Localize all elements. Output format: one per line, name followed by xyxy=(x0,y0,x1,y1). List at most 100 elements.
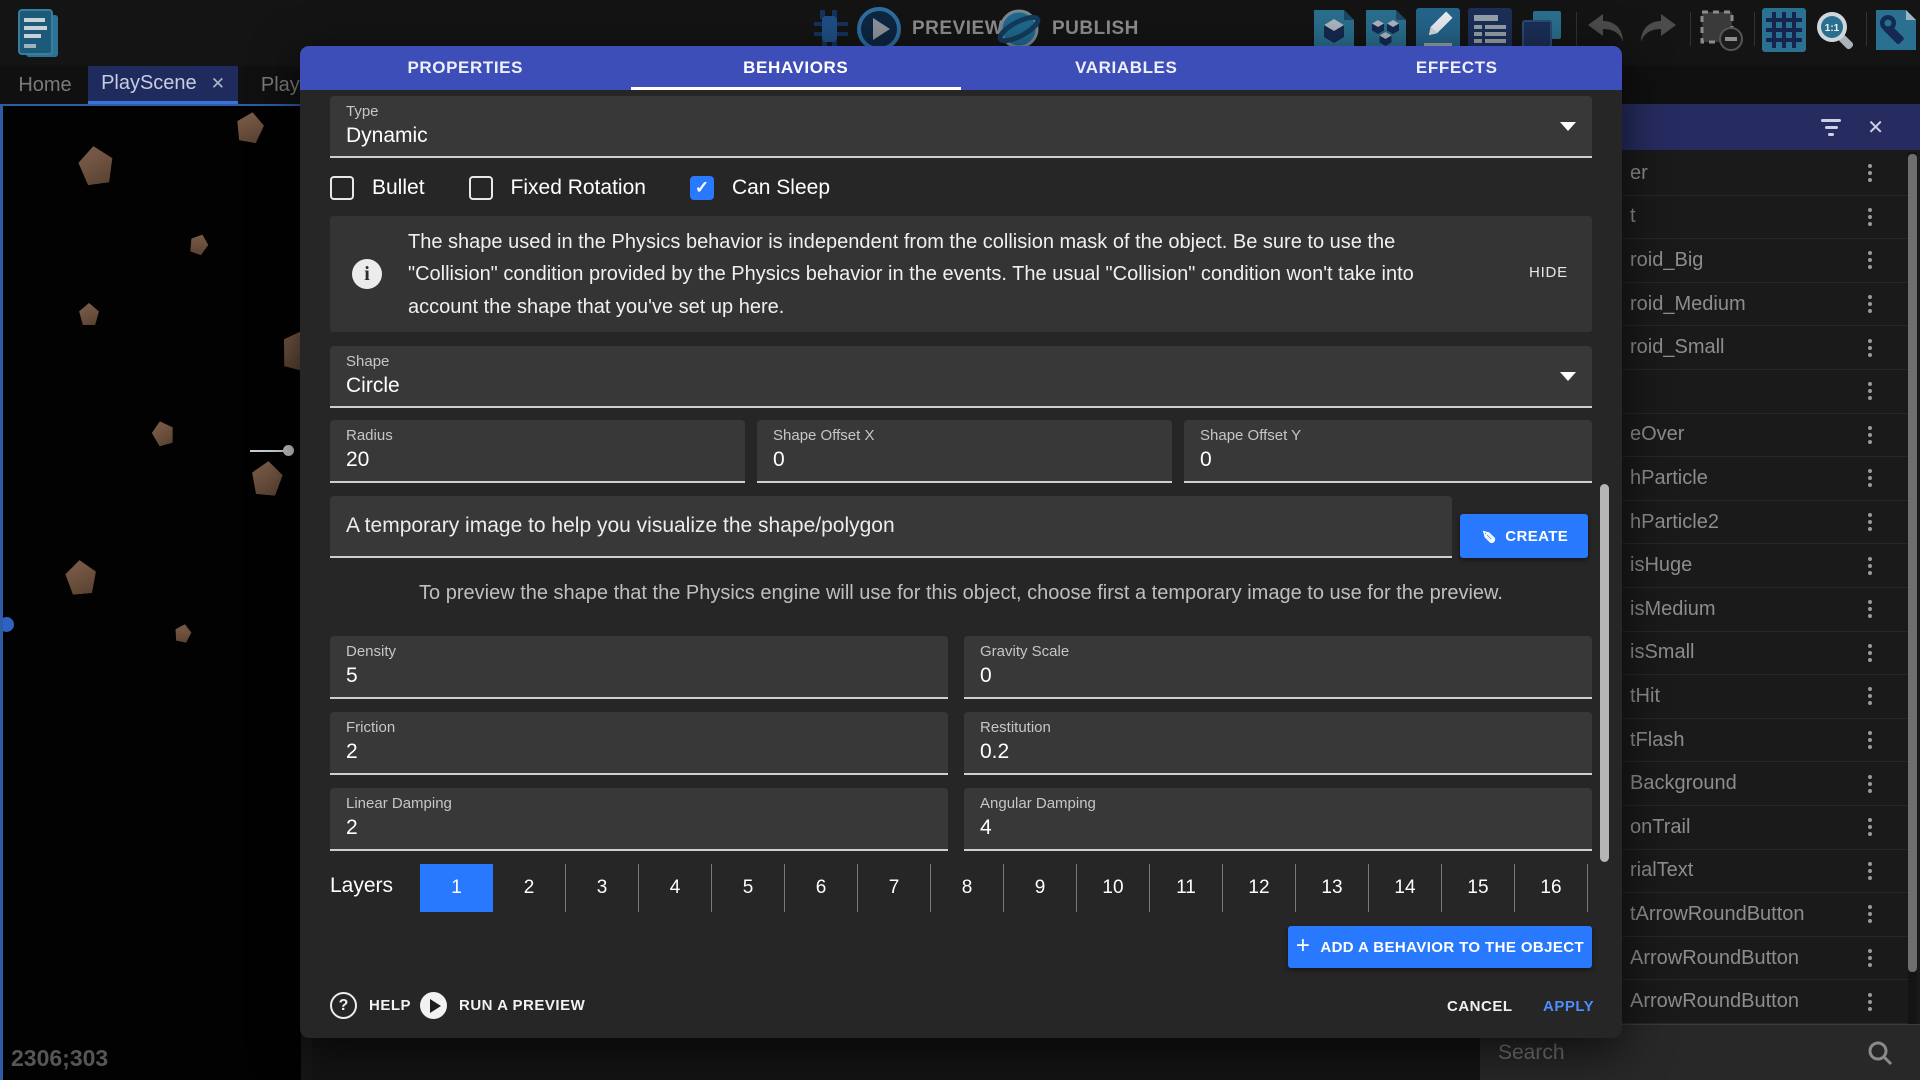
field-angular-damping[interactable]: Angular Damping4 xyxy=(964,788,1592,851)
checkbox-bullet[interactable]: Bullet xyxy=(330,176,425,200)
layer-option-4[interactable]: 4 xyxy=(639,864,712,912)
project-manager-icon[interactable] xyxy=(14,6,62,60)
chevron-down-icon[interactable] xyxy=(1560,372,1576,381)
tab-home[interactable]: Home xyxy=(6,66,84,104)
layer-option-6[interactable]: 6 xyxy=(785,864,858,912)
field-label: Shape Offset Y xyxy=(1200,427,1301,444)
checkbox-can-sleep[interactable]: ✓Can Sleep xyxy=(690,176,830,200)
layer-option-3[interactable]: 3 xyxy=(566,864,639,912)
chevron-down-icon[interactable] xyxy=(1560,122,1576,131)
kebab-menu-icon[interactable] xyxy=(1868,905,1872,923)
field-gravity-scale[interactable]: Gravity Scale0 xyxy=(964,636,1592,699)
redo-icon[interactable] xyxy=(1636,12,1680,50)
kebab-menu-icon[interactable] xyxy=(1868,164,1872,182)
type-select[interactable]: Type Dynamic xyxy=(330,96,1592,158)
kebab-menu-icon[interactable] xyxy=(1868,644,1872,662)
close-tab-icon[interactable]: ✕ xyxy=(211,74,225,94)
tab-playscene[interactable]: PlayScene ✕ xyxy=(88,66,238,104)
asteroid-sprite[interactable] xyxy=(148,418,177,447)
layer-option-11[interactable]: 11 xyxy=(1150,864,1223,912)
layer-option-9[interactable]: 9 xyxy=(1004,864,1077,912)
layer-option-5[interactable]: 5 xyxy=(712,864,785,912)
kebab-menu-icon[interactable] xyxy=(1868,208,1872,226)
tab-effects[interactable]: EFFECTS xyxy=(1292,46,1623,90)
layer-option-2[interactable]: 2 xyxy=(493,864,566,912)
object-name: eOver xyxy=(1630,423,1684,446)
objects-scroll-thumb[interactable] xyxy=(1908,154,1917,972)
field-linear-damping[interactable]: Linear Damping2 xyxy=(330,788,948,851)
zoom-1-1-icon[interactable]: 1:1 xyxy=(1812,8,1858,54)
tab-properties[interactable]: PROPERTIES xyxy=(300,46,631,90)
kebab-menu-icon[interactable] xyxy=(1868,513,1872,531)
asteroid-sprite[interactable] xyxy=(249,460,286,497)
undo-icon[interactable] xyxy=(1584,12,1628,50)
field-friction[interactable]: Friction2 xyxy=(330,712,948,775)
add-behavior-button[interactable]: + ADD A BEHAVIOR TO THE OBJECT xyxy=(1288,926,1592,968)
checkbox-icon[interactable] xyxy=(469,176,493,200)
kebab-menu-icon[interactable] xyxy=(1868,295,1872,313)
asteroid-sprite[interactable] xyxy=(75,144,118,187)
layer-option-16[interactable]: 16 xyxy=(1515,864,1588,912)
kebab-menu-icon[interactable] xyxy=(1868,251,1872,269)
kebab-menu-icon[interactable] xyxy=(1868,818,1872,836)
field-shape-offset-x[interactable]: Shape Offset X0 xyxy=(757,420,1172,483)
kebab-menu-icon[interactable] xyxy=(1868,469,1872,487)
field-value: 0 xyxy=(773,448,785,472)
kebab-menu-icon[interactable] xyxy=(1868,382,1872,400)
layer-option-8[interactable]: 8 xyxy=(931,864,1004,912)
objects-scrollbar[interactable] xyxy=(1908,152,1917,1076)
create-button[interactable]: ✎ CREATE xyxy=(1460,514,1588,558)
kebab-menu-icon[interactable] xyxy=(1868,426,1872,444)
selection-handle[interactable] xyxy=(0,617,14,632)
help-button[interactable]: ? HELP xyxy=(330,992,411,1019)
close-panel-icon[interactable]: ✕ xyxy=(1867,115,1884,140)
field-restitution[interactable]: Restitution0.2 xyxy=(964,712,1592,775)
kebab-menu-icon[interactable] xyxy=(1868,600,1872,618)
checkbox-checked-icon[interactable]: ✓ xyxy=(690,176,714,200)
layer-option-1[interactable]: 1 xyxy=(420,864,493,912)
kebab-menu-icon[interactable] xyxy=(1868,557,1872,575)
asteroid-sprite[interactable] xyxy=(63,559,100,596)
hide-button[interactable]: HIDE xyxy=(1529,264,1568,281)
asteroid-sprite[interactable] xyxy=(172,622,193,643)
layer-option-10[interactable]: 10 xyxy=(1077,864,1150,912)
shape-select[interactable]: Shape Circle xyxy=(330,346,1592,408)
scene-canvas[interactable]: 2306;303 xyxy=(0,104,312,1080)
layer-option-14[interactable]: 14 xyxy=(1369,864,1442,912)
measure-handle[interactable] xyxy=(283,445,294,456)
layer-option-12[interactable]: 12 xyxy=(1223,864,1296,912)
selection-mask-icon[interactable] xyxy=(1698,8,1744,52)
asteroid-sprite[interactable] xyxy=(186,231,212,257)
checkbox-icon[interactable] xyxy=(330,176,354,200)
apply-button[interactable]: APPLY xyxy=(1543,998,1594,1015)
layer-option-13[interactable]: 13 xyxy=(1296,864,1369,912)
kebab-menu-icon[interactable] xyxy=(1868,949,1872,967)
toolbar-separator xyxy=(1690,12,1691,46)
kebab-menu-icon[interactable] xyxy=(1868,775,1872,793)
object-name: roid_Big xyxy=(1630,249,1703,272)
checkbox-fixed-rotation[interactable]: Fixed Rotation xyxy=(469,176,646,200)
tab-behaviors[interactable]: BEHAVIORS xyxy=(631,46,962,90)
kebab-menu-icon[interactable] xyxy=(1868,993,1872,1011)
layer-option-7[interactable]: 7 xyxy=(858,864,931,912)
field-radius[interactable]: Radius20 xyxy=(330,420,745,483)
filter-icon[interactable] xyxy=(1821,119,1841,136)
project-tools-icon[interactable] xyxy=(1874,8,1918,52)
dialog-scroll-thumb[interactable] xyxy=(1600,484,1609,862)
kebab-menu-icon[interactable] xyxy=(1868,687,1872,705)
field-shape-offset-y[interactable]: Shape Offset Y0 xyxy=(1184,420,1592,483)
run-preview-button[interactable]: RUN A PREVIEW xyxy=(420,992,585,1019)
gdevelop-window: PREVIEW PUBLISH xyxy=(0,0,1920,1080)
asteroid-sprite[interactable] xyxy=(78,303,100,325)
grid-icon[interactable] xyxy=(1762,8,1806,52)
field-density[interactable]: Density5 xyxy=(330,636,948,699)
kebab-menu-icon[interactable] xyxy=(1868,339,1872,357)
layers-segmented-control: 12345678910111213141516 xyxy=(420,864,1588,912)
cancel-button[interactable]: CANCEL xyxy=(1447,998,1513,1015)
temp-image-field[interactable]: A temporary image to help you visualize … xyxy=(330,496,1452,558)
asteroid-sprite[interactable] xyxy=(233,110,268,145)
kebab-menu-icon[interactable] xyxy=(1868,731,1872,749)
kebab-menu-icon[interactable] xyxy=(1868,862,1872,880)
tab-variables[interactable]: VARIABLES xyxy=(961,46,1292,90)
layer-option-15[interactable]: 15 xyxy=(1442,864,1515,912)
